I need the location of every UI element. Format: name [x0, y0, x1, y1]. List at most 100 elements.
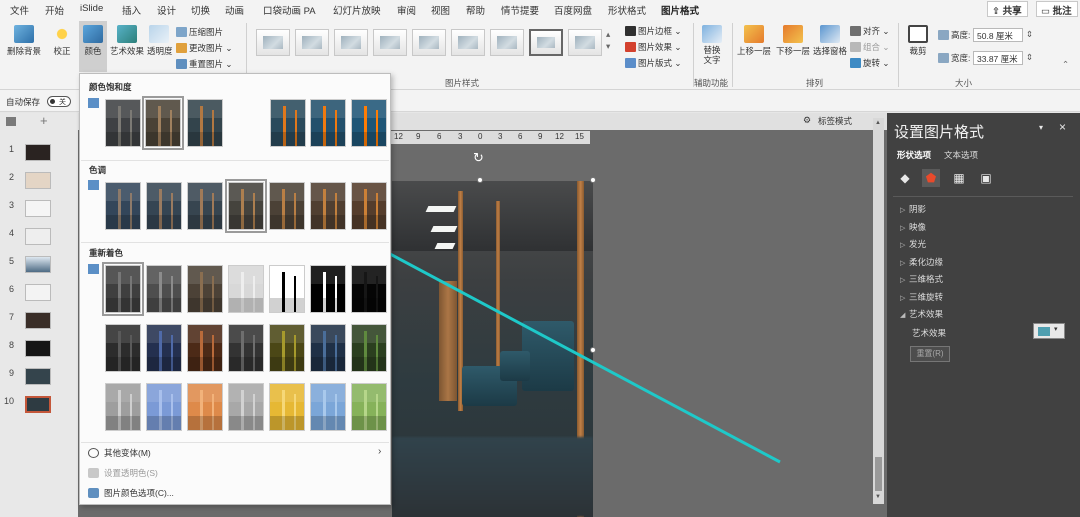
- color-variant-swatch[interactable]: [187, 265, 223, 313]
- more-variants-label: 其他变体(M): [104, 448, 151, 458]
- scroll-down-icon[interactable]: ▼: [875, 494, 881, 500]
- color-variant-swatch[interactable]: [146, 383, 182, 431]
- swatch-floor: [147, 215, 181, 229]
- color-variant-swatch[interactable]: [146, 182, 182, 230]
- swatch-floor: [352, 132, 386, 146]
- swatch-floor: [352, 298, 386, 312]
- close-pane-icon[interactable]: ×: [1059, 120, 1066, 134]
- swatch-floor: [352, 215, 386, 229]
- pane-section-header[interactable]: ▷ 三维格式: [900, 273, 943, 285]
- caret-right-icon: ▷: [900, 224, 906, 232]
- color-variant-swatch[interactable]: [102, 262, 144, 316]
- more-variants-menu-item[interactable]: 其他变体(M): [88, 447, 151, 459]
- recolor-icon: [88, 264, 99, 274]
- color-variant-swatch[interactable]: [228, 324, 264, 372]
- pane-section-header[interactable]: ◢ 艺术效果: [900, 308, 943, 320]
- swatch-ceiling: [352, 266, 386, 285]
- swatch-floor: [352, 416, 386, 430]
- color-variant-swatch[interactable]: [270, 99, 306, 147]
- color-variant-swatch[interactable]: [187, 383, 223, 431]
- color-variant-swatch[interactable]: [351, 265, 387, 313]
- pane-section-label: 三维旋转: [909, 291, 944, 302]
- color-variant-swatch[interactable]: [187, 99, 223, 147]
- swatch-ceiling: [270, 325, 304, 344]
- color-variant-swatch[interactable]: [351, 182, 387, 230]
- color-variant-swatch[interactable]: [310, 265, 346, 313]
- swatch-ceiling: [106, 384, 140, 403]
- caret-down-icon: ◢: [900, 312, 906, 319]
- swatch-ceiling: [147, 183, 181, 202]
- recolor-section-title: 重新着色: [89, 248, 124, 258]
- pane-title: 设置图片格式: [894, 124, 985, 141]
- color-variant-swatch[interactable]: [269, 383, 305, 431]
- swatch-floor: [147, 416, 181, 430]
- swatch-ceiling: [188, 183, 222, 202]
- swatch-ceiling: [352, 183, 386, 202]
- pane-tab-shape-options[interactable]: 形状选项: [897, 149, 931, 161]
- color-variant-swatch[interactable]: [351, 99, 387, 147]
- swatch-floor: [229, 298, 263, 312]
- format-picture-pane: 设置图片格式 ▾ × 形状选项 文本选项 ◆ ⬟ ▦ ▣ 艺术效果 ▾ 重置(R…: [887, 113, 1080, 517]
- pane-section-header[interactable]: ▷ 映像: [900, 221, 926, 233]
- swatch-ceiling: [147, 325, 181, 344]
- color-variant-swatch[interactable]: [228, 265, 264, 313]
- artistic-effect-dropdown[interactable]: ▾: [1033, 323, 1065, 339]
- vertical-scrollbar[interactable]: ▲ ▼: [873, 118, 884, 504]
- swatch-ceiling: [147, 384, 181, 403]
- swatch-ceiling: [229, 266, 263, 285]
- color-variant-swatch[interactable]: [310, 99, 346, 147]
- color-variant-swatch[interactable]: [269, 182, 305, 230]
- scroll-up-icon[interactable]: ▲: [875, 120, 881, 126]
- pane-section-header[interactable]: ▷ 三维旋转: [900, 291, 943, 303]
- scrollbar-thumb[interactable]: [875, 457, 882, 491]
- swatch-ceiling: [311, 325, 345, 344]
- color-variant-swatch[interactable]: [310, 324, 346, 372]
- color-variant-swatch[interactable]: [105, 182, 141, 230]
- color-variant-swatch[interactable]: [187, 324, 223, 372]
- color-variant-swatch[interactable]: [146, 265, 182, 313]
- pane-divider: [893, 196, 1073, 197]
- swatch-ceiling: [147, 266, 181, 285]
- pane-section-header[interactable]: ▷ 阴影: [900, 203, 926, 215]
- pane-section-header[interactable]: ▷ 发光: [900, 238, 926, 250]
- color-variant-swatch[interactable]: [351, 324, 387, 372]
- color-variant-swatch[interactable]: [105, 383, 141, 431]
- color-variant-swatch[interactable]: [146, 324, 182, 372]
- swatch-floor: [229, 357, 263, 371]
- swatch-floor: [311, 357, 345, 371]
- swatch-ceiling: [270, 384, 304, 403]
- saturation-section-title: 颜色饱和度: [89, 82, 132, 92]
- swatch-ceiling: [106, 266, 140, 285]
- color-variant-swatch[interactable]: [105, 99, 141, 147]
- color-variant-swatch[interactable]: [351, 383, 387, 431]
- pane-section-header[interactable]: ▷ 柔化边缘: [900, 256, 943, 268]
- color-variant-swatch[interactable]: [228, 383, 264, 431]
- pane-tab-text-options[interactable]: 文本选项: [944, 149, 978, 161]
- color-variant-swatch[interactable]: [310, 383, 346, 431]
- reset-artistic-effects-button[interactable]: 重置(R): [910, 346, 950, 362]
- color-variant-swatch[interactable]: [105, 324, 141, 372]
- color-variant-swatch[interactable]: [225, 179, 267, 233]
- set-transparent-menu-item[interactable]: 设置透明色(S): [88, 467, 158, 479]
- effects-pentagon-icon[interactable]: ⬟: [922, 169, 940, 187]
- swatch-floor: [229, 416, 263, 430]
- pane-options-icon[interactable]: ▾: [1039, 123, 1043, 132]
- size-properties-icon[interactable]: ▦: [950, 169, 968, 187]
- swatch-ceiling: [270, 266, 304, 285]
- color-variant-swatch[interactable]: [187, 182, 223, 230]
- color-variant-swatch[interactable]: [142, 96, 184, 150]
- picture-settings-icon[interactable]: ▣: [977, 169, 995, 187]
- color-variant-swatch[interactable]: [310, 182, 346, 230]
- color-variant-swatch[interactable]: [269, 265, 305, 313]
- swatch-floor: [146, 132, 180, 146]
- swatch-ceiling: [146, 100, 180, 119]
- swatch-ceiling: [270, 183, 304, 202]
- swatch-ceiling: [188, 325, 222, 344]
- picture-color-options-menu-item[interactable]: 图片颜色选项(C)...: [88, 487, 174, 499]
- swatch-ceiling: [311, 266, 345, 285]
- color-variant-swatch[interactable]: [269, 324, 305, 372]
- swatch-ceiling: [106, 100, 140, 119]
- swatch-floor: [188, 357, 222, 371]
- fill-line-icon[interactable]: ◆: [896, 169, 914, 187]
- swatch-floor: [270, 215, 304, 229]
